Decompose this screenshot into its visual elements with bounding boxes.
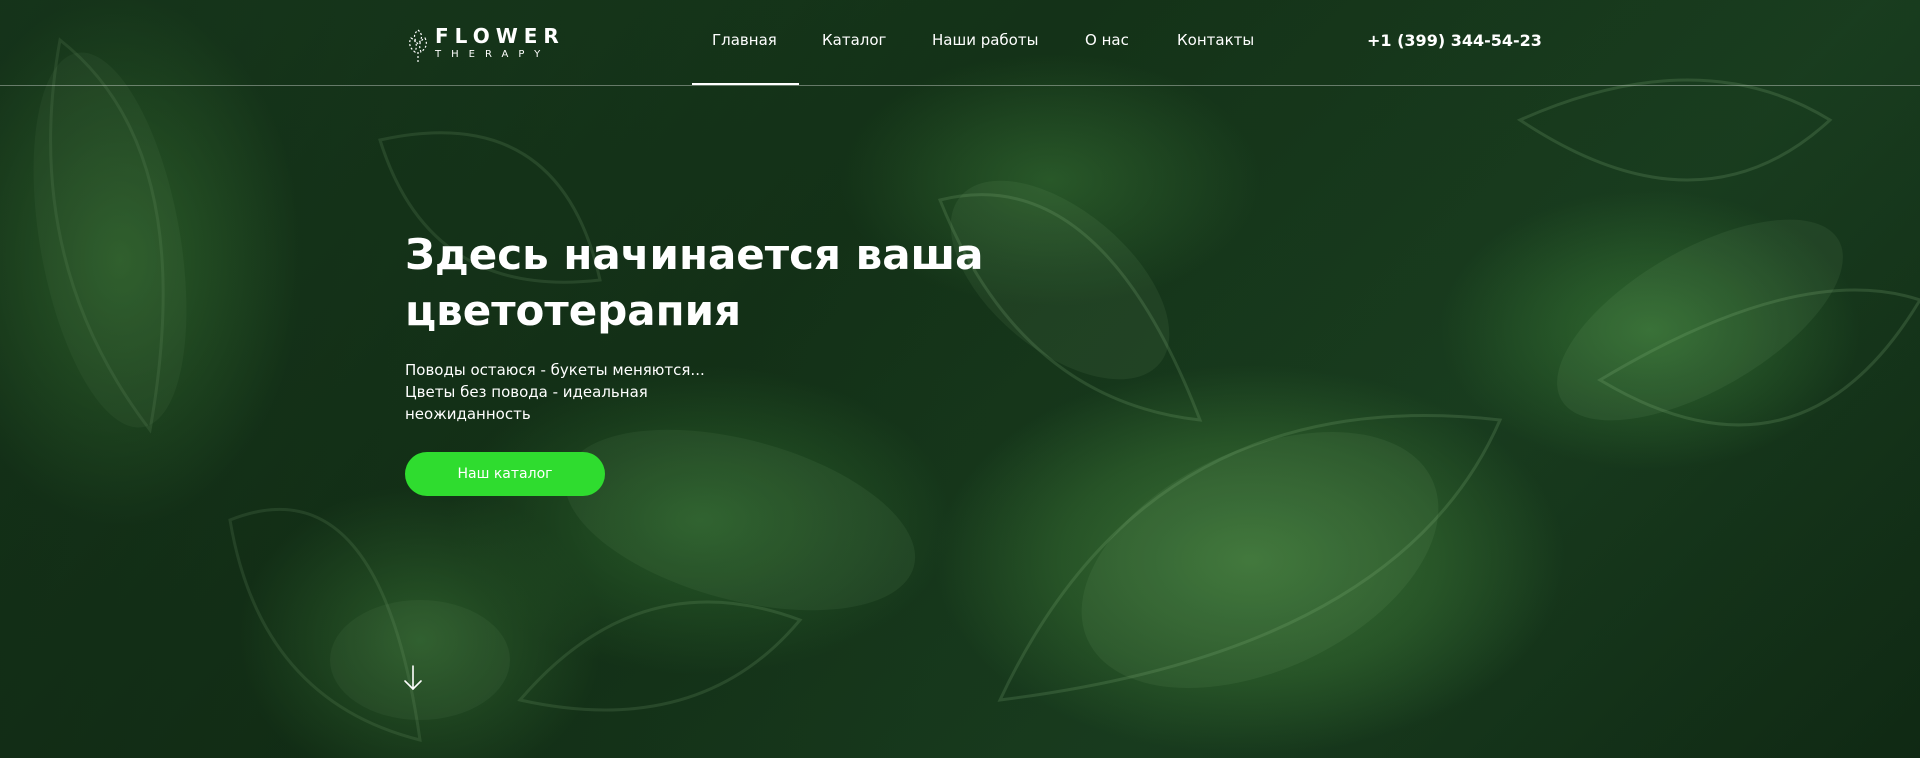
catalog-button[interactable]: Наш каталог (405, 452, 605, 496)
hero-text-line3: неожиданность (405, 405, 531, 423)
hero-title: Здесь начинается ваша цветотерапия (405, 227, 1105, 339)
logo-subtitle: THERAPY (435, 49, 551, 60)
hero-text-line2: Цветы без повода - идеальная (405, 383, 648, 401)
flower-outline-icon (409, 29, 427, 62)
nav-item-contacts[interactable]: Контакты (1177, 31, 1254, 49)
nav-item-about[interactable]: О нас (1085, 31, 1129, 49)
hero-text-line1: Поводы остаюся - букеты меняются... (405, 361, 705, 379)
nav-item-catalog[interactable]: Каталог (822, 31, 886, 49)
phone-link[interactable]: +1 (399) 344-54-23 (1367, 31, 1542, 50)
hero-title-line1: Здесь начинается ваша (405, 230, 984, 279)
hero: Здесь начинается ваша цветотерапия Повод… (405, 227, 1105, 425)
hero-title-line2: цветотерапия (405, 286, 742, 335)
nav-item-home[interactable]: Главная (712, 31, 777, 49)
logo-word: FLOWER (435, 24, 565, 48)
site-header: FLOWER THERAPY Главная Каталог Наши рабо… (0, 0, 1920, 86)
logo[interactable]: FLOWER THERAPY (405, 24, 575, 64)
nav-item-works[interactable]: Наши работы (932, 31, 1038, 49)
arrow-down-icon[interactable] (402, 664, 424, 692)
hero-description: Поводы остаюся - букеты меняются... Цвет… (405, 359, 705, 425)
nav-active-indicator (692, 83, 799, 85)
